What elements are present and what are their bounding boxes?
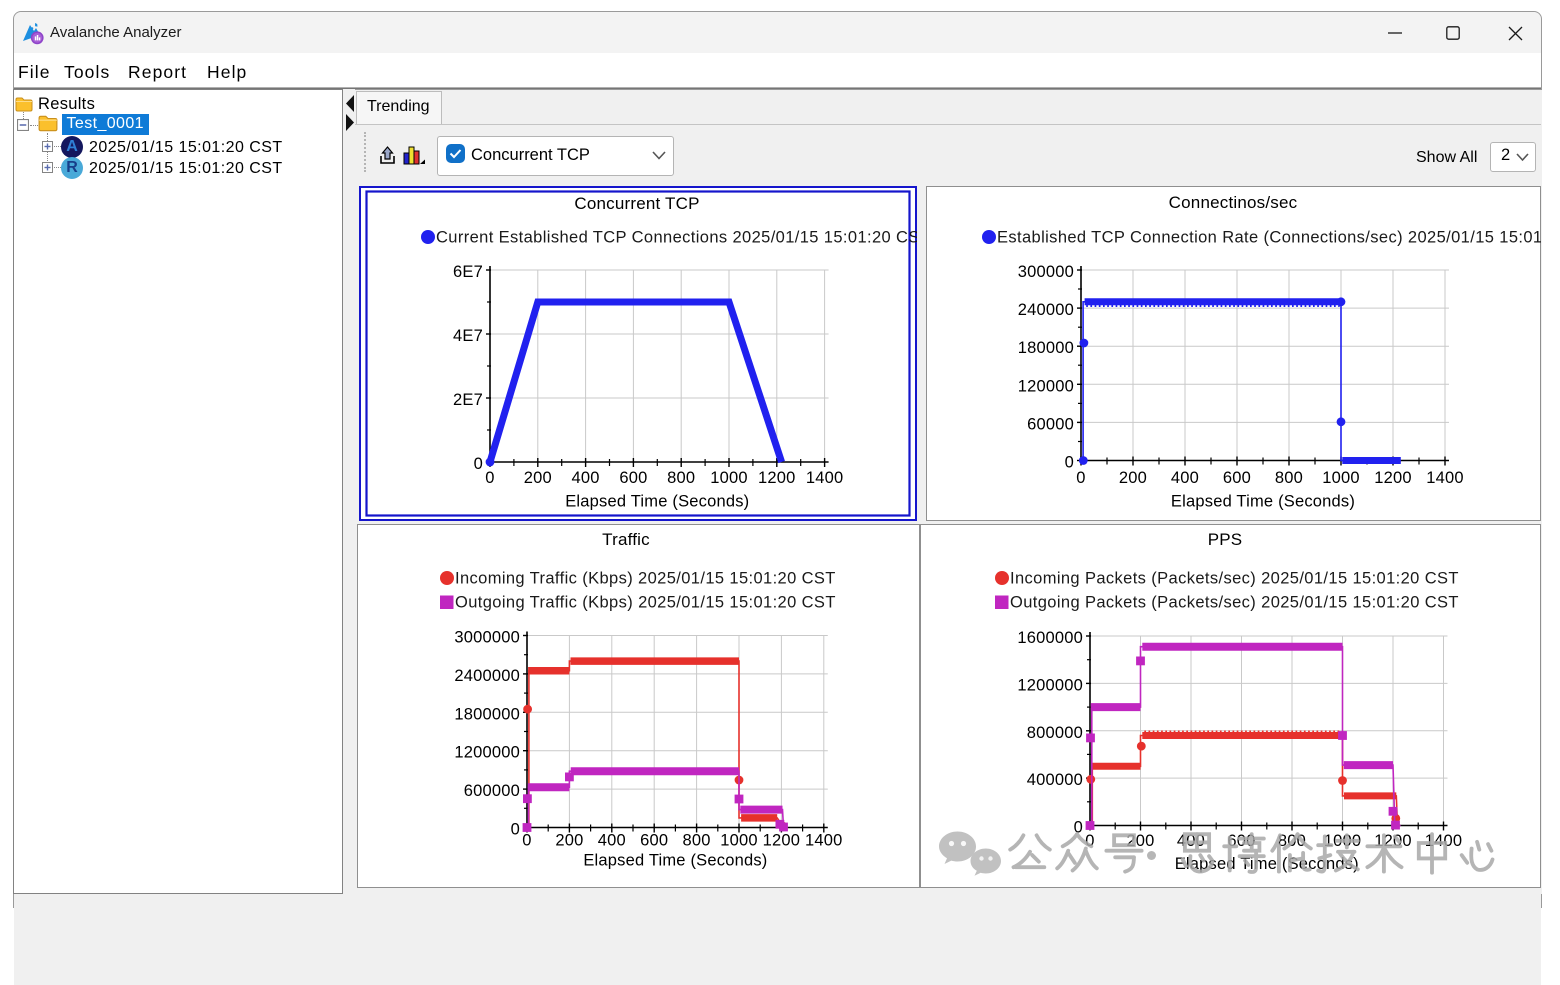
svg-text:1000: 1000 [710,469,748,487]
svg-text:0: 0 [1076,469,1085,487]
svg-text:200: 200 [1119,469,1147,487]
svg-text:0: 0 [1065,454,1074,472]
svg-text:200: 200 [524,469,552,487]
svg-text:Traffic: Traffic [602,530,650,549]
svg-text:1800000: 1800000 [454,705,520,723]
svg-text:800: 800 [1275,469,1303,487]
svg-text:Elapsed Time (Seconds): Elapsed Time (Seconds) [565,493,749,511]
svg-text:Established TCP Connection Rat: Established TCP Connection Rate (Connect… [997,229,1541,247]
svg-text:120000: 120000 [1018,377,1074,395]
svg-text:180000: 180000 [1018,339,1074,357]
svg-text:600: 600 [1223,469,1251,487]
svg-text:1600000: 1600000 [1017,629,1083,647]
svg-text:240000: 240000 [1018,301,1074,319]
svg-text:2E7: 2E7 [453,391,483,409]
svg-text:1400: 1400 [805,832,843,850]
svg-text:0: 0 [511,821,520,839]
svg-text:1200: 1200 [758,469,796,487]
svg-text:400: 400 [598,832,626,850]
svg-text:400: 400 [1171,469,1199,487]
svg-text:1200000: 1200000 [1017,676,1083,694]
svg-text:Incoming Packets (Packets/sec): Incoming Packets (Packets/sec) 2025/01/1… [1010,570,1459,588]
svg-text:Concurrent TCP: Concurrent TCP [574,194,699,213]
svg-text:Elapsed Time (Seconds): Elapsed Time (Seconds) [1171,493,1355,511]
svg-text:4E7: 4E7 [453,327,483,345]
svg-text:1400: 1400 [806,469,844,487]
svg-text:6E7: 6E7 [453,263,483,281]
svg-text:600: 600 [640,832,668,850]
svg-text:0: 0 [485,469,494,487]
svg-text:0: 0 [474,455,483,473]
svg-text:1000: 1000 [1322,469,1360,487]
svg-text:1000: 1000 [720,832,758,850]
svg-text:800: 800 [683,832,711,850]
svg-text:400000: 400000 [1027,771,1083,789]
svg-text:800: 800 [667,469,695,487]
svg-text:1400: 1400 [1426,469,1464,487]
svg-text:600: 600 [619,469,647,487]
svg-text:Incoming Traffic (Kbps) 2025/0: Incoming Traffic (Kbps) 2025/01/15 15:01… [455,570,836,588]
svg-text:Elapsed Time (Seconds): Elapsed Time (Seconds) [583,852,767,870]
svg-text:1200: 1200 [763,832,801,850]
svg-text:PPS: PPS [1208,530,1243,549]
svg-text:600000: 600000 [464,782,520,800]
svg-text:400: 400 [572,469,600,487]
svg-text:Connectinos/sec: Connectinos/sec [1169,193,1298,212]
svg-text:Outgoing Packets (Packets/sec): Outgoing Packets (Packets/sec) 2025/01/1… [1010,594,1459,612]
svg-text:3000000: 3000000 [454,629,520,647]
svg-text:300000: 300000 [1018,263,1074,281]
svg-text:60000: 60000 [1027,415,1074,433]
svg-text:1200: 1200 [1374,469,1412,487]
svg-text:Current Established TCP Connec: Current Established TCP Connections 2025… [436,229,917,247]
svg-text:800000: 800000 [1027,724,1083,742]
svg-text:2400000: 2400000 [454,667,520,685]
svg-text:200: 200 [555,832,583,850]
svg-text:1200000: 1200000 [454,744,520,762]
svg-text:Outgoing Traffic (Kbps) 2025/0: Outgoing Traffic (Kbps) 2025/01/15 15:01… [455,594,836,612]
svg-text:0: 0 [522,832,531,850]
